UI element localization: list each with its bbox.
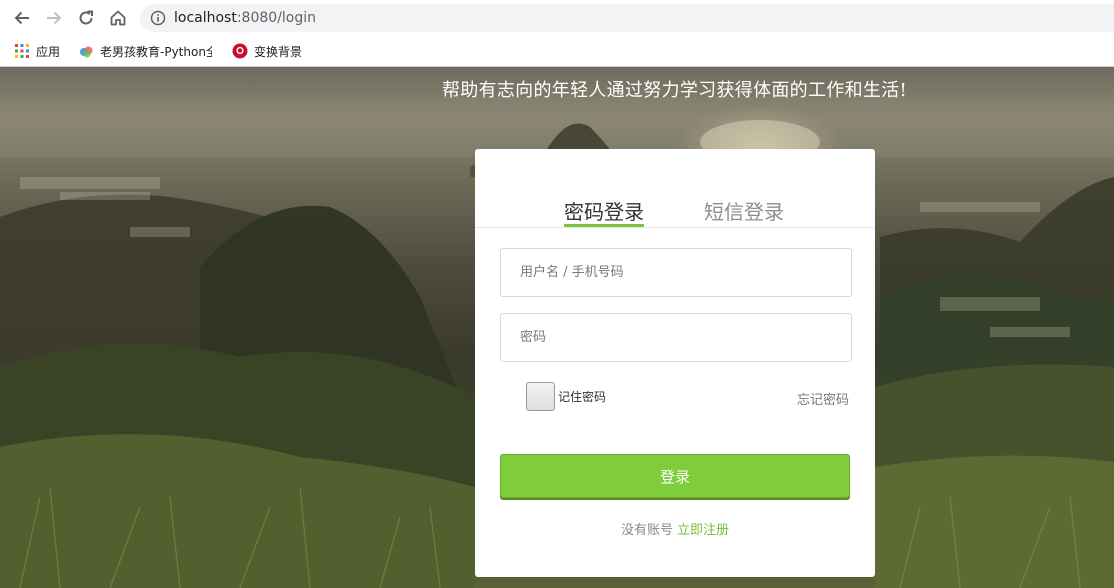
back-button[interactable] (9, 5, 35, 31)
remember-password: 记住密码 (526, 382, 606, 411)
url-text: localhost:8080/login (174, 9, 316, 27)
info-icon[interactable] (150, 10, 166, 26)
register-link[interactable]: 立即注册 (677, 523, 729, 538)
remember-checkbox[interactable] (526, 382, 555, 411)
page-tagline: 帮助有志向的年轻人通过努力学习获得体面的工作和生活! (441, 80, 908, 101)
arrow-right-icon (47, 11, 62, 25)
password-input[interactable] (501, 314, 851, 361)
home-icon (110, 10, 126, 26)
signup-prompt: 没有账号 立即注册 (475, 519, 875, 538)
login-tabs: 密码登录 短信登录 (475, 149, 875, 228)
address-bar[interactable]: localhost:8080/login (140, 4, 1114, 32)
bookmark-change-background[interactable]: 变换背景 (232, 42, 302, 60)
red-circle-icon (232, 43, 248, 59)
reload-button[interactable] (73, 5, 99, 31)
browser-toolbar: localhost:8080/login (0, 0, 1114, 35)
cloud-icon (80, 46, 93, 58)
no-account-text: 没有账号 (620, 523, 673, 538)
bookmark-label: 变换背景 (254, 44, 303, 59)
home-button[interactable] (105, 5, 131, 31)
active-tab-indicator (564, 224, 644, 227)
username-input[interactable] (501, 249, 851, 296)
bookmark-apps[interactable]: 应用 (14, 42, 60, 60)
remember-label: 记住密码 (558, 390, 607, 404)
apps-grid-icon (15, 44, 29, 58)
password-field (500, 313, 852, 362)
url-path: :8080/login (236, 10, 317, 26)
url-host: localhost (174, 10, 237, 26)
bookmark-label: 老男孩教育-Python全 (100, 44, 212, 59)
tab-label: 短信登录 (704, 200, 784, 224)
arrow-left-icon (14, 11, 29, 25)
login-page: 帮助有志向的年轻人通过努力学习获得体面的工作和生活! 密码登录 短信登录 记住密… (0, 67, 1114, 588)
forward-button[interactable] (41, 5, 67, 31)
bookmark-label: 应用 (36, 44, 61, 59)
username-field (500, 248, 852, 297)
bookmarks-bar: 应用 老男孩教育-Python全 变换背景 (0, 35, 1114, 67)
reload-icon (79, 10, 93, 25)
tab-sms-login[interactable]: 短信登录 (704, 200, 784, 224)
forgot-password-link[interactable]: 忘记密码 (797, 389, 849, 408)
bookmark-oldboy-python[interactable]: 老男孩教育-Python全 (78, 42, 212, 60)
tab-password-login[interactable]: 密码登录 (564, 200, 644, 227)
login-card: 密码登录 短信登录 记住密码 忘记密码 登录 没有账号立即注册 (475, 149, 875, 577)
tab-label: 密码登录 (564, 200, 644, 224)
login-button[interactable]: 登录 (500, 454, 850, 498)
